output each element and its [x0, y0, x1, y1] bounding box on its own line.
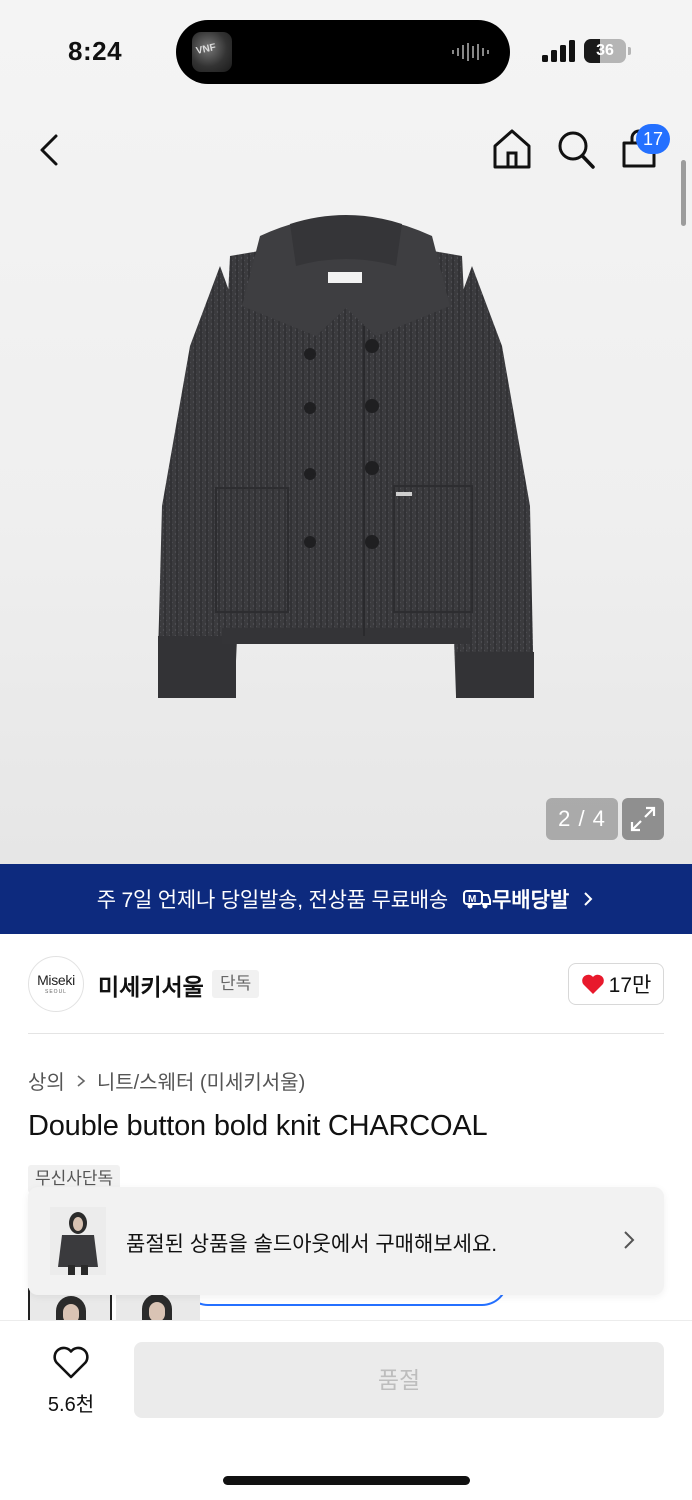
image-counter: 2 / 4 — [546, 798, 618, 840]
brand-logo[interactable]: Miseki SEOUL — [28, 956, 84, 1012]
breadcrumb-subcategory[interactable]: 니트/스웨터 (미세키서울) — [97, 1066, 305, 1095]
product-photo — [158, 215, 534, 698]
banner-logo-text: 무배당발 — [491, 889, 570, 912]
soldout-button[interactable]: 품절 — [134, 1342, 664, 1418]
brand-logo-text: Miseki — [37, 972, 75, 988]
audio-wave-icon — [452, 43, 489, 61]
battery-level: 36 — [596, 42, 614, 59]
svg-text:M: M — [468, 894, 476, 905]
banner-text: 주 7일 언제나 당일발송, 전상품 무료배송 — [96, 889, 448, 912]
cellular-signal-icon — [542, 40, 575, 62]
wishlist-button[interactable]: 5.6천 — [34, 1342, 108, 1418]
scroll-indicator — [681, 160, 686, 226]
cart-count-badge: 17 — [636, 124, 671, 154]
banner-logo: M 무배당발 — [462, 884, 569, 914]
toast-product-thumbnail — [50, 1207, 106, 1275]
breadcrumb-category[interactable]: 상의 — [28, 1066, 65, 1095]
wishlist-count: 5.6천 — [47, 1394, 95, 1416]
home-icon[interactable] — [490, 126, 534, 172]
free-shipping-banner[interactable]: 주 7일 언제나 당일발송, 전상품 무료배송 M 무배당발 — [0, 864, 692, 934]
exclusive-badge: 단독 — [212, 970, 260, 998]
breadcrumb: 상의 니트/스웨터 (미세키서울) — [28, 1066, 305, 1095]
heart-outline-icon — [53, 1346, 89, 1379]
chevron-right-icon — [77, 1074, 86, 1087]
brand-like-button[interactable]: 17만 — [568, 963, 664, 1005]
battery-icon: 36 — [584, 39, 626, 63]
island-app-label: VNF — [195, 42, 217, 57]
delivery-truck-icon: M — [462, 890, 491, 909]
status-time: 8:24 — [68, 36, 123, 66]
product-page: 8:24 VNF 36 17 2 / 4 주 7일 언제나 당일발송, 전상품 … — [0, 0, 692, 1500]
search-icon[interactable] — [554, 128, 598, 172]
brand-logo-subtext: SEOUL — [45, 989, 67, 995]
toast-text: 품절된 상품을 솔드아웃에서 구매해보세요. — [126, 1233, 498, 1256]
expand-icon[interactable] — [622, 798, 664, 840]
home-indicator — [223, 1476, 470, 1485]
chevron-right-icon — [624, 1231, 635, 1249]
island-app-icon: VNF — [192, 32, 232, 72]
brand-name[interactable]: 미세키서울 — [98, 968, 204, 1002]
brand-like-count: 17만 — [608, 974, 652, 997]
dynamic-island: VNF — [176, 20, 510, 84]
heart-filled-icon — [581, 974, 604, 994]
product-title: Double button bold knit CHARCOAL — [28, 1110, 488, 1142]
back-icon[interactable] — [30, 128, 70, 172]
chevron-right-icon — [584, 892, 593, 906]
soldout-toast[interactable]: 품절된 상품을 솔드아웃에서 구매해보세요. — [28, 1187, 664, 1295]
divider — [28, 1033, 664, 1034]
